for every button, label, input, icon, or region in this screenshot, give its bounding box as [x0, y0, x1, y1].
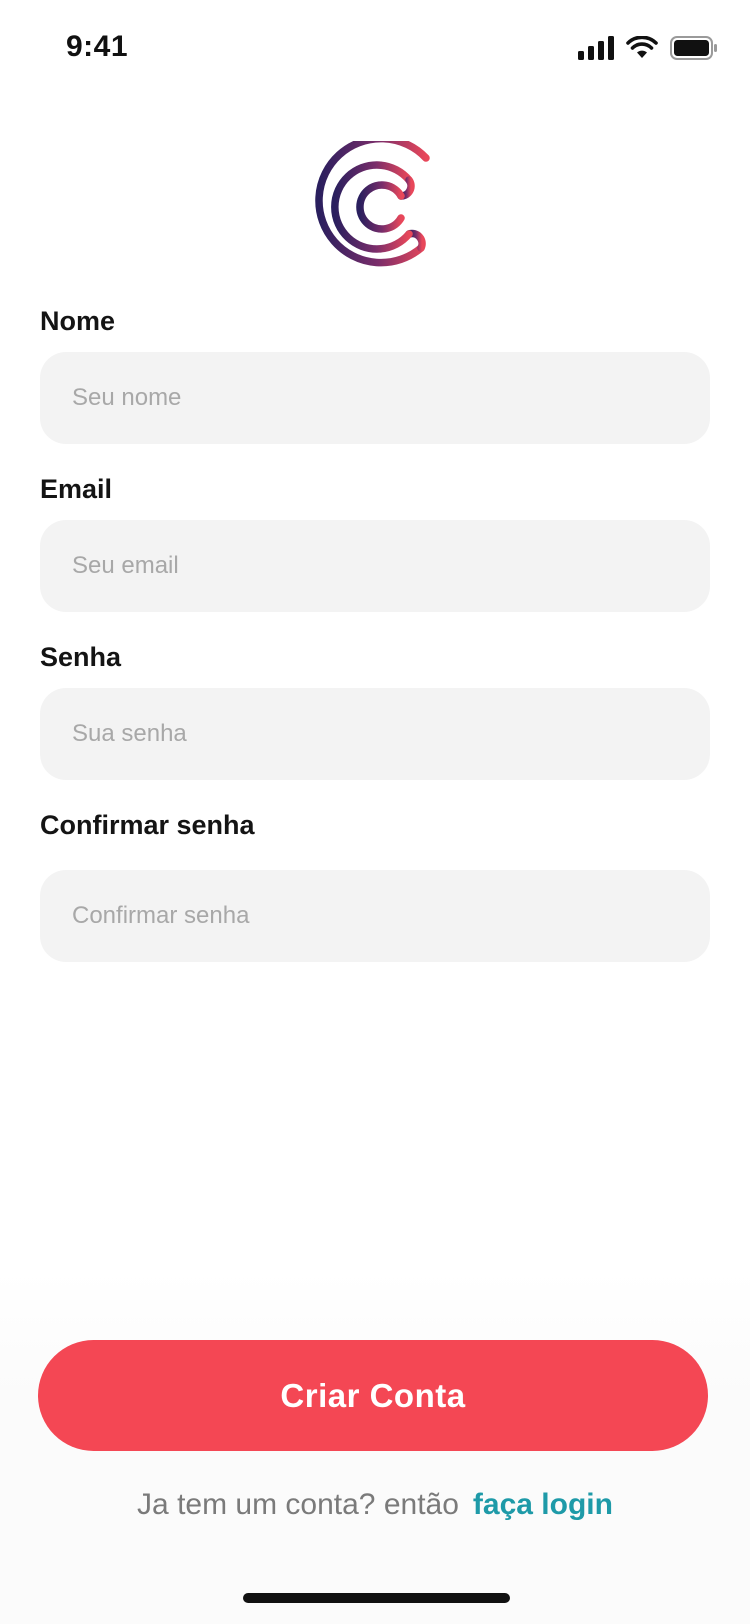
home-indicator — [243, 1593, 510, 1603]
status-icons — [578, 34, 718, 62]
login-prompt-text: Ja tem um conta? então — [137, 1488, 459, 1521]
signup-screen: 9:41 Nome Seu nome Email Seu email Senha… — [0, 0, 750, 1624]
name-input[interactable] — [40, 352, 710, 444]
confirm-password-input[interactable] — [40, 870, 710, 962]
password-label: Senha — [40, 642, 122, 672]
name-label: Nome — [40, 306, 116, 336]
brand-logo — [315, 141, 430, 267]
login-link[interactable]: faça login — [473, 1488, 613, 1521]
confirm-password-label: Confirmar senha — [40, 810, 255, 840]
status-time: 9:41 — [66, 30, 129, 63]
signal-icon — [578, 36, 614, 60]
password-input[interactable] — [40, 688, 710, 780]
email-input[interactable] — [40, 520, 710, 612]
create-account-button[interactable]: Criar Conta — [38, 1340, 708, 1451]
email-label: Email — [40, 474, 113, 504]
status-bar: 9:41 — [0, 0, 750, 96]
battery-icon — [670, 36, 717, 60]
wifi-icon — [626, 36, 658, 58]
login-prompt: Ja tem um conta? então faça login — [0, 1488, 750, 1522]
